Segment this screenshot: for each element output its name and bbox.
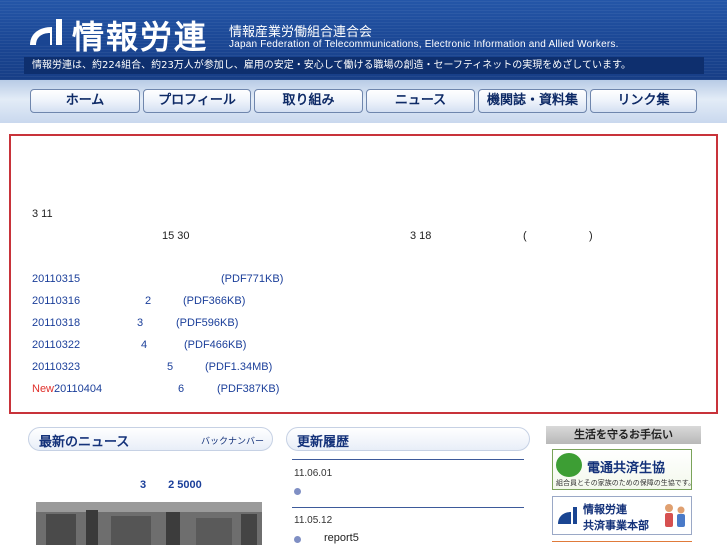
disaster-notice-box bbox=[9, 134, 718, 414]
notice-link-file[interactable]: (PDF596KB) bbox=[176, 317, 238, 329]
notice-line-2-open-paren: ( bbox=[523, 230, 527, 242]
site-tagline: 情報労連は、約224組合、約23万人が参加し、雇用の安定・安心して働ける職場の創… bbox=[24, 57, 704, 74]
partial-banner[interactable] bbox=[552, 541, 692, 545]
latest-news-header: 最新のニュース バックナンバー bbox=[28, 427, 273, 451]
family-icon bbox=[665, 504, 685, 527]
notice-line-2-close-paren: ) bbox=[589, 230, 593, 242]
site-english-name: Japan Federation of Telecommunications, … bbox=[229, 39, 619, 50]
nav-news[interactable]: ニュース bbox=[366, 89, 475, 113]
notice-link-file[interactable]: (PDF771KB) bbox=[221, 273, 283, 285]
notice-link-number[interactable]: 2 bbox=[145, 295, 151, 307]
notice-line-1: 3 11 bbox=[32, 208, 53, 220]
divider bbox=[292, 459, 524, 460]
notice-link-date[interactable]: 20110315 bbox=[32, 273, 80, 285]
update-history-title: 更新履歴 bbox=[297, 435, 350, 450]
notice-link-number[interactable]: 5 bbox=[167, 361, 173, 373]
divider bbox=[292, 507, 524, 508]
new-badge: New bbox=[32, 383, 55, 395]
dentsu-kyosai-banner[interactable]: 電通共済生協 組合員とその家族のための保障の生協です。 bbox=[552, 449, 696, 490]
notice-link-date[interactable]: 20110323 bbox=[32, 361, 80, 373]
bullet-icon bbox=[294, 536, 301, 543]
update-date: 11.06.01 bbox=[294, 468, 333, 479]
notice-link-number[interactable]: 6 bbox=[178, 383, 184, 395]
latest-news-title: 最新のニュース bbox=[39, 435, 130, 450]
update-date: 11.05.12 bbox=[294, 515, 333, 526]
nav-links[interactable]: リンク集 bbox=[590, 89, 697, 113]
notice-line-2-time: 15 30 bbox=[162, 230, 190, 242]
notice-link-latest[interactable]: New20110404 bbox=[32, 383, 102, 395]
nav-activities[interactable]: 取り組み bbox=[254, 89, 363, 113]
notice-link-file[interactable]: (PDF466KB) bbox=[184, 339, 246, 351]
banner-line-1: 情報労連 bbox=[583, 503, 627, 516]
update-history-header: 更新履歴 bbox=[286, 427, 530, 451]
notice-link-file[interactable]: (PDF366KB) bbox=[183, 295, 245, 307]
site-subtitle: 情報産業労働組合連合会 bbox=[229, 25, 373, 40]
notice-link-file[interactable]: (PDF387KB) bbox=[217, 383, 279, 395]
notice-link-date[interactable]: 20110318 bbox=[32, 317, 80, 329]
kyosai-jigyo-banner[interactable]: 情報労連 共済事業本部 bbox=[552, 496, 692, 535]
nav-publications[interactable]: 機関誌・資料集 bbox=[478, 89, 587, 113]
jil-logo-icon bbox=[558, 507, 577, 524]
bullet-icon bbox=[294, 488, 301, 495]
banner-title: 電通共済生協 bbox=[587, 461, 666, 476]
nav-profile[interactable]: プロフィール bbox=[143, 89, 251, 113]
notice-link-file[interactable]: (PDF1.34MB) bbox=[205, 361, 272, 373]
news-headline-link[interactable]: 3 2 5000 bbox=[140, 476, 202, 492]
notice-link-date[interactable]: 20110316 bbox=[32, 295, 80, 307]
banner-line-2: 共済事業本部 bbox=[583, 519, 649, 532]
notice-line-2-date: 3 18 bbox=[410, 230, 432, 242]
life-support-header: 生活を守るお手伝い bbox=[546, 426, 701, 444]
site-title[interactable]: 情報労連 bbox=[72, 12, 208, 58]
banner-caption: 組合員とその家族のための保障の生協です。 bbox=[556, 479, 696, 487]
notice-link-number[interactable]: 3 bbox=[137, 317, 143, 329]
back-number-link[interactable]: バックナンバー bbox=[201, 434, 264, 447]
notice-link-date[interactable]: 20110404 bbox=[54, 383, 102, 395]
jil-logo-icon[interactable] bbox=[26, 15, 66, 51]
site-header: 情報労連 情報産業労働組合連合会 Japan Federation of Tel… bbox=[0, 0, 727, 80]
notice-link-date[interactable]: 20110322 bbox=[32, 339, 80, 351]
news-photo[interactable] bbox=[36, 502, 262, 545]
update-item-link[interactable]: report5 bbox=[324, 532, 359, 544]
main-nav: ホーム プロフィール 取り組み ニュース 機関誌・資料集 リンク集 bbox=[0, 80, 727, 123]
kyosai-logo-icon bbox=[556, 453, 582, 477]
nav-home[interactable]: ホーム bbox=[30, 89, 140, 113]
notice-link-number[interactable]: 4 bbox=[141, 339, 147, 351]
